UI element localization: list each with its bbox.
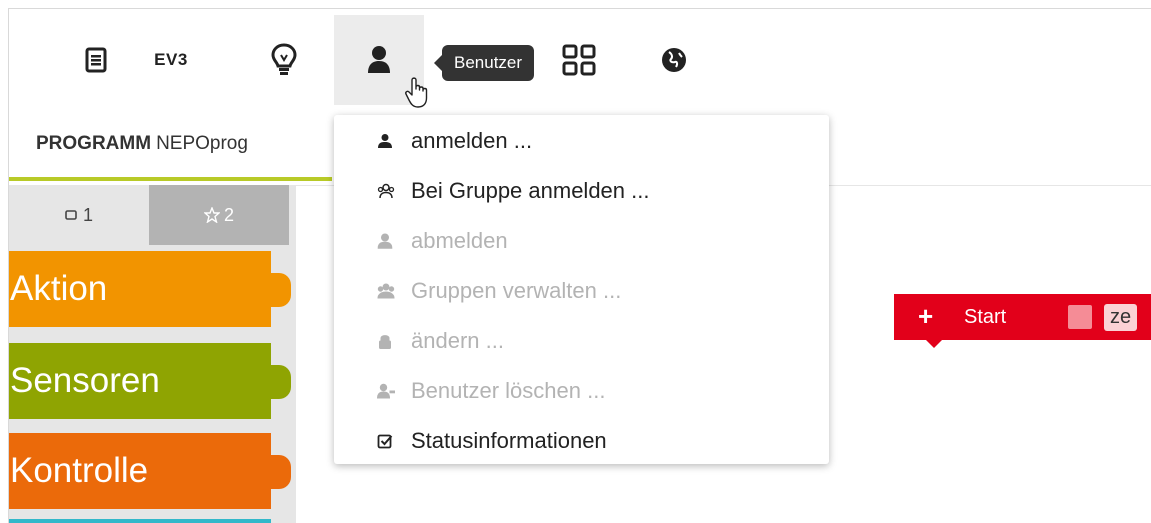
toolbox-tab-label: 1 bbox=[82, 204, 93, 225]
grid-icon bbox=[562, 44, 596, 76]
blockly-toolbox: 1 2 Aktion Sensoren Kontrolle bbox=[9, 185, 296, 523]
list-icon bbox=[85, 47, 107, 73]
star-icon bbox=[203, 207, 220, 223]
menu-item-label: anmelden ... bbox=[411, 128, 533, 153]
top-menu-bar: EV3 Benutzer bbox=[9, 9, 1151, 109]
hand-cursor-icon bbox=[405, 77, 428, 108]
tab-program[interactable]: PROGRAMM NEPOprog bbox=[9, 111, 332, 181]
user-icon bbox=[368, 46, 390, 73]
globe-icon bbox=[662, 48, 686, 72]
category-kontrolle[interactable]: Kontrolle bbox=[9, 433, 291, 509]
plus-icon[interactable]: + bbox=[918, 302, 933, 330]
menu-item-group-login[interactable]: Bei Gruppe anmelden ... bbox=[334, 170, 829, 212]
program-name: NEPOprog bbox=[156, 133, 248, 154]
category-next[interactable] bbox=[9, 519, 271, 523]
lock-icon bbox=[379, 335, 391, 349]
help-menu-button[interactable] bbox=[239, 15, 329, 105]
app-window: EV3 Benutzer PROGRAMM NEPOprog 1 2 Aktio… bbox=[8, 8, 1151, 523]
checkbox-icon bbox=[377, 434, 393, 449]
start-checkbox[interactable] bbox=[1068, 305, 1092, 329]
category-sensoren[interactable]: Sensoren bbox=[9, 343, 291, 419]
menu-item-login[interactable]: anmelden ... bbox=[334, 120, 829, 162]
user-outline-icon bbox=[377, 233, 393, 249]
group-icon bbox=[377, 183, 395, 199]
menu-item-label: Benutzer löschen ... bbox=[411, 378, 606, 403]
program-prefix: PROGRAMM bbox=[36, 133, 152, 154]
menu-item-label: Bei Gruppe anmelden ... bbox=[411, 178, 650, 203]
menu-item-manage-groups[interactable]: Gruppen verwalten ... bbox=[334, 270, 829, 312]
toolbox-tab-beginner[interactable]: 1 bbox=[9, 185, 149, 245]
user-tooltip: Benutzer bbox=[433, 45, 535, 81]
menu-item-label: abmelden bbox=[411, 228, 508, 253]
user-minus-icon bbox=[377, 383, 395, 399]
menu-item-logout[interactable]: abmelden bbox=[334, 220, 829, 262]
robot-menu-button[interactable]: EV3 bbox=[126, 15, 216, 105]
menu-item-status[interactable]: Statusinformationen bbox=[334, 420, 829, 462]
start-label: Start bbox=[964, 306, 1007, 328]
menu-item-label: Statusinformationen bbox=[411, 428, 607, 453]
language-menu-button[interactable] bbox=[634, 15, 714, 105]
ev3-label: EV3 bbox=[154, 50, 188, 69]
user-dropdown-menu: anmelden ... Bei Gruppe anmelden ... abm… bbox=[334, 115, 829, 464]
menu-item-label: Gruppen verwalten ... bbox=[411, 278, 622, 303]
toolbox-tab-expert[interactable]: 2 bbox=[149, 185, 289, 245]
toolbox-tab-label: 2 bbox=[223, 204, 234, 225]
start-block[interactable]: + Start ze bbox=[894, 294, 1151, 348]
start-field[interactable]: ze bbox=[1104, 304, 1138, 331]
category-aktion[interactable]: Aktion bbox=[9, 251, 291, 327]
menu-item-delete-user[interactable]: Benutzer löschen ... bbox=[334, 370, 829, 412]
gallery-menu-button[interactable] bbox=[549, 15, 609, 105]
groups-icon bbox=[377, 283, 395, 299]
user-icon bbox=[378, 134, 392, 148]
lightbulb-icon bbox=[271, 43, 297, 75]
menu-item-change[interactable]: ändern ... bbox=[334, 320, 829, 362]
menu-item-label: ändern ... bbox=[411, 328, 504, 353]
square-icon bbox=[65, 210, 77, 220]
